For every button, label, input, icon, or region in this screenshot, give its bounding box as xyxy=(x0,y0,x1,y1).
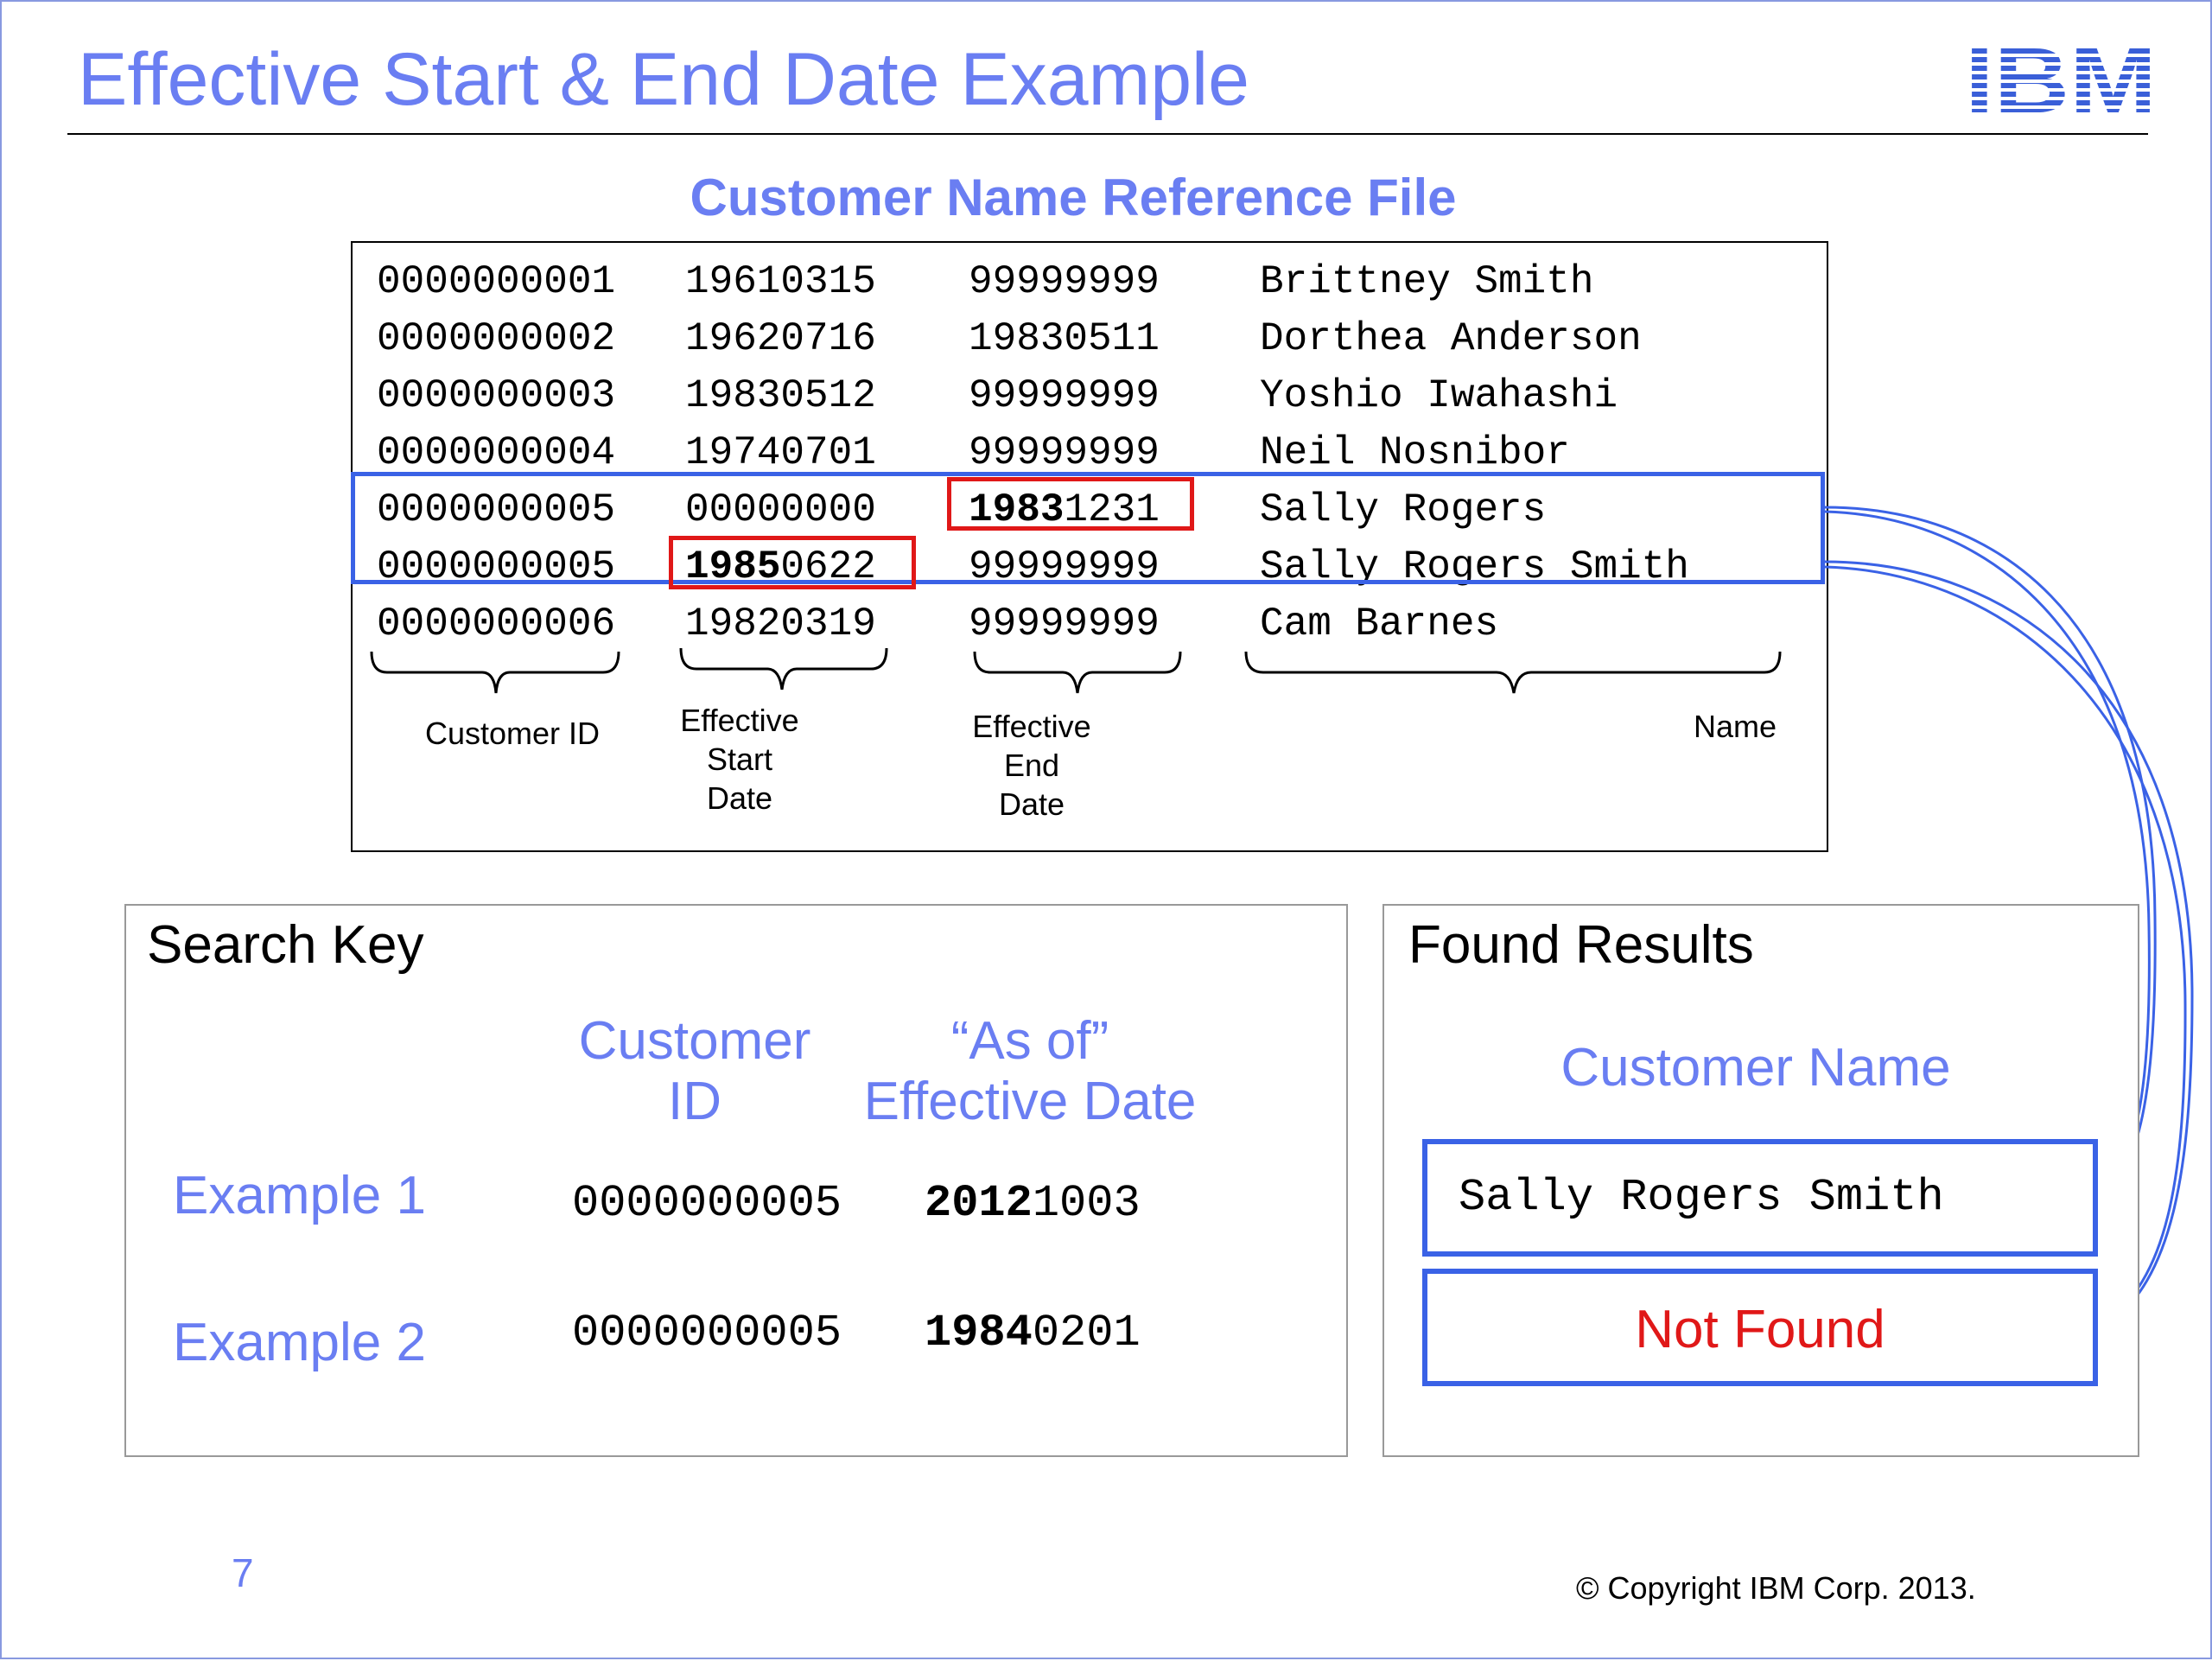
found-results-title: Found Results xyxy=(1408,915,1754,975)
brace-name xyxy=(1244,651,1782,694)
search-key-header-customer-id: Customer ID xyxy=(539,1011,850,1132)
example-2-label: Example 2 xyxy=(173,1313,426,1372)
example-1-label: Example 1 xyxy=(173,1166,426,1225)
date-bold-part: 2012 xyxy=(925,1178,1033,1229)
header-line: “As of” xyxy=(950,1011,1109,1071)
brace-end-date xyxy=(973,651,1182,694)
result-1-value: Sally Rogers Smith xyxy=(1459,1172,1944,1223)
example-2-customer-id: 0000000005 xyxy=(572,1308,842,1359)
example-1-date: 20121003 xyxy=(925,1175,1141,1232)
date-bold-part: 1984 xyxy=(925,1308,1033,1359)
header-line: Effective Date xyxy=(863,1072,1197,1131)
header-line: Customer xyxy=(578,1011,811,1071)
copyright-notice: © Copyright IBM Corp. 2013. xyxy=(1576,1570,1976,1606)
search-key-title: Search Key xyxy=(147,915,424,975)
date-rest-part: 0201 xyxy=(1032,1308,1141,1359)
page-number: 7 xyxy=(232,1550,254,1595)
example-2-date: 19840201 xyxy=(925,1305,1141,1362)
result-2-value: Not Found xyxy=(1635,1300,1885,1359)
example-1-customer-id: 0000000005 xyxy=(572,1178,842,1229)
slide: Effective Start & End Date Example IBM C… xyxy=(0,0,2212,1659)
result-1-box: Sally Rogers Smith xyxy=(1422,1139,2098,1257)
header-line: ID xyxy=(668,1072,721,1131)
search-key-header-as-of-date: “As of” Effective Date xyxy=(849,1011,1211,1132)
result-2-box: Not Found xyxy=(1422,1269,2098,1386)
customer-name-header: Customer Name xyxy=(1560,1038,1951,1098)
search-key-panel: Search Key Customer ID “As of” Effective… xyxy=(124,904,1348,1457)
date-rest-part: 1003 xyxy=(1032,1178,1141,1229)
brace-customer-id xyxy=(370,651,620,694)
brace-start-date xyxy=(679,647,888,690)
